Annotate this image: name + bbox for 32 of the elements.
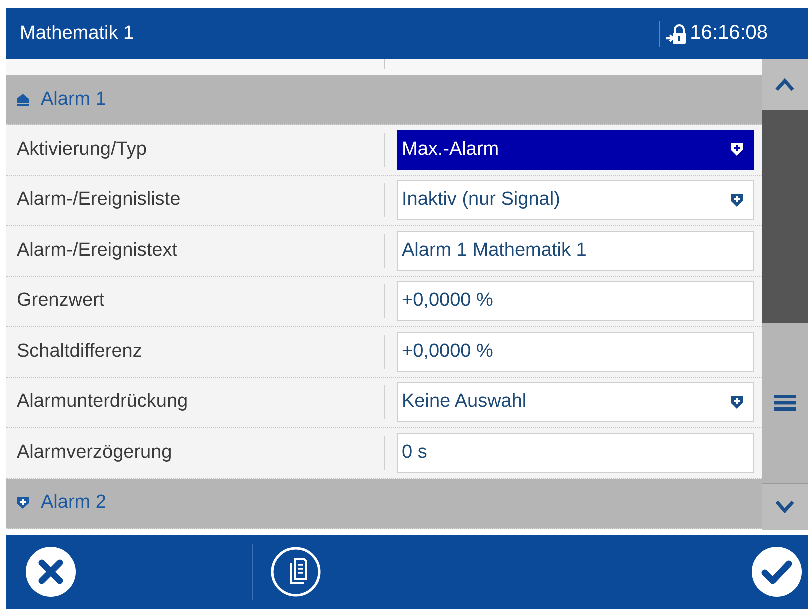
menu-icon[interactable] [774, 395, 796, 411]
documents-icon [271, 547, 321, 597]
confirm-button[interactable] [752, 547, 802, 597]
field-label: Aktivierung/Typ [17, 138, 147, 160]
copy-button[interactable] [271, 547, 321, 597]
field-label: Alarm-/Ereignistext [17, 240, 178, 261]
field-label: Alarm-/Ereignisliste [17, 189, 181, 210]
cancel-icon [26, 547, 76, 597]
text-field[interactable]: +0,0000 % [397, 281, 754, 322]
chevron-down-icon [775, 500, 795, 514]
lock-icon [666, 24, 686, 44]
dropdown-icon [731, 143, 743, 156]
scroll-up-button[interactable] [762, 59, 808, 110]
dropdown-field[interactable]: Max.-Alarm [397, 130, 754, 170]
text-field[interactable]: 0 s [397, 432, 754, 473]
window-title: Mathematik 1 [20, 22, 134, 44]
field-label: Schaltdifferenz [17, 340, 142, 362]
clock-time: 16:16:08 [690, 22, 768, 45]
dropdown-icon [731, 396, 743, 409]
field-label: Alarmverzögerung [17, 442, 172, 463]
checkmark-icon [752, 547, 802, 597]
field-label: Alarmunterdrückung [17, 391, 188, 412]
text-field[interactable]: +0,0000 % [397, 332, 754, 372]
scrollbar-thumb[interactable] [762, 110, 808, 323]
dropdown-icon [731, 194, 743, 207]
field-label: Grenzwert [17, 290, 105, 312]
chevron-up-icon [775, 78, 795, 92]
dropdown-field[interactable]: Keine Auswahl [397, 382, 754, 422]
text-field[interactable]: Alarm 1 Mathematik 1 [397, 230, 754, 271]
scroll-down-button[interactable] [762, 483, 808, 530]
cancel-button[interactable] [26, 547, 76, 597]
dropdown-field[interactable]: Inaktiv (nur Signal) [397, 180, 754, 220]
